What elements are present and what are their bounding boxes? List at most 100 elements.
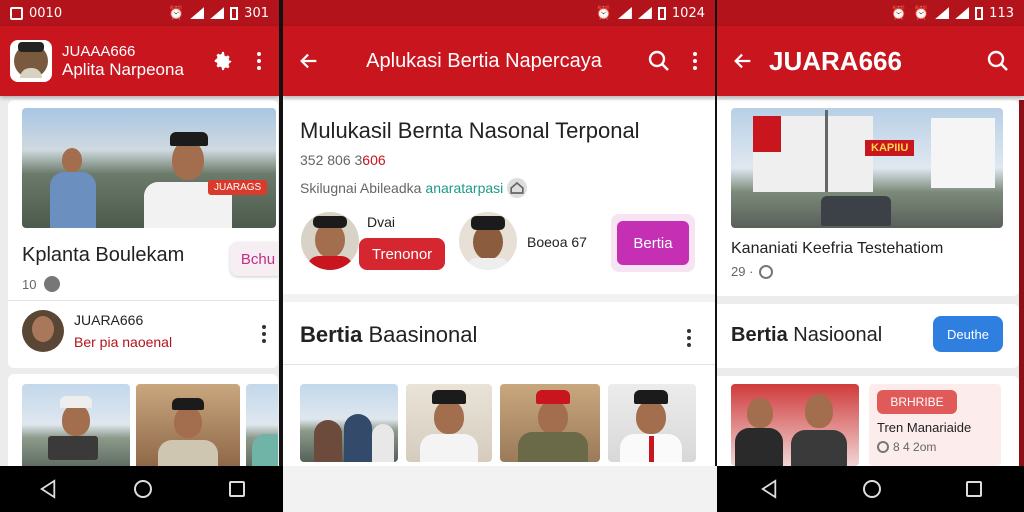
alarm-icon: ⏰ [912,5,930,21]
hero-banner: KAPIIU [865,140,915,156]
author-tag: Ber pia naoenal [74,334,173,350]
signal-icon [637,7,652,19]
feature-action-button[interactable]: Bertia [611,214,695,272]
back-arrow-icon[interactable] [293,45,325,77]
section-title: Bertia Baasinonal [300,322,477,348]
alarm-icon: ⏰ [890,5,907,21]
status-battery-text: 1024 [671,5,705,21]
author-name[interactable]: JUARA666 [74,312,143,328]
nav-home-icon[interactable] [862,480,881,498]
screen-left: 0010 ⏰ 301 JUAAA666 Aplita Narpeona JUAR… [0,0,279,466]
hero-meta: 29 · [731,264,754,279]
author-more-icon[interactable] [254,318,274,350]
feature-avatar-2[interactable] [459,212,517,270]
wifi-icon [617,7,632,19]
feature-title[interactable]: Mulukasil Bernta Nasonal Terponal [300,118,640,144]
nav-back-icon[interactable] [760,479,778,499]
globe-icon [44,276,61,292]
search-icon[interactable] [643,45,675,77]
nav-gap [283,466,717,512]
section-title-rest: Nasioonal [787,324,883,346]
battery-icon [657,6,666,20]
home-icon[interactable] [507,178,528,198]
feature-action-inner: Bertia [617,221,689,265]
notification-icon [10,6,23,20]
section-title: Bertia Nasioonal [731,324,882,347]
app-bar: JUAAA666 Aplita Narpeona [0,26,279,96]
status-bar: 0010 ⏰ 301 [0,0,279,26]
nav-back-icon[interactable] [39,479,57,499]
hero-photo[interactable]: KAPIIU [731,108,1003,228]
screen-right: ⏰ ⏰ 113 JUARA666 KAPIIU Kananiati Keefri… [717,0,1024,466]
wifi-icon [190,7,205,19]
app-bar: JUARA666 [717,26,1024,96]
back-arrow-icon[interactable] [727,45,759,77]
signal-icon [210,7,225,19]
app-logo[interactable] [10,40,52,82]
status-time: 0010 [29,5,63,21]
nav-recents-icon[interactable] [228,481,245,497]
status-bar: ⏰ ⏰ 113 [717,0,1024,26]
section-thumb-3[interactable] [500,384,600,462]
status-bar: ⏰ 1024 [283,0,715,26]
signal-icon [955,7,970,19]
hero-photo-badge: JUARAGS [208,180,268,195]
section-more-icon[interactable] [679,322,699,354]
status-battery-text: 113 [989,5,1014,21]
section-title-bold: Bertia [731,324,788,346]
hero-title[interactable]: Kananiati Keefria Testehatiom [731,240,943,258]
alarm-icon: ⏰ [167,5,185,21]
clock-icon [877,441,889,453]
section-thumb-1[interactable] [300,384,398,462]
feature-avatar-1[interactable] [301,212,359,270]
news-card-hero[interactable]: JUARAGS Kplanta Boulekam Bchu 10 JUARA66… [8,100,278,368]
thumb-photo-2[interactable] [136,384,240,466]
screen-center: ⏰ 1024 Aplukasi Bertia Napercaya Mulukas… [283,0,715,466]
battery-icon [230,6,239,20]
gear-icon[interactable] [207,45,239,77]
alarm-icon: ⏰ [595,5,612,21]
author-avatar[interactable] [22,310,64,352]
promo-badge: BRHRIBE [877,390,957,414]
section-thumb-4[interactable] [608,384,696,462]
hero-action-button[interactable]: Bchu [230,242,278,276]
feature-avatar-1-button[interactable]: Trenonor [359,238,445,270]
promo-meta: 8 4 2om [893,440,937,454]
hero-photo[interactable]: JUARAGS [22,108,276,228]
nav-recents-icon[interactable] [965,481,982,497]
app-subtitle: Aplita Narpeona [62,59,184,79]
section-thumb-2[interactable] [406,384,492,462]
section-title-rest: Baasinonal [362,322,478,347]
more-vert-icon[interactable] [685,45,705,77]
feature-desc-highlight: anaratarpasi [425,180,504,196]
thumb-photo-1[interactable] [22,384,130,466]
feature-avatar-1-name: Dvai [367,214,396,230]
news-section: Bertia Baasinonal [283,302,715,466]
news-card-hero[interactable]: KAPIIU Kananiati Keefria Testehatiom 29 … [717,100,1019,296]
feature-code-highlight: 606 [362,152,386,168]
feature-avatar-2-count: Boeoa 67 [527,234,587,250]
promo-photo[interactable] [731,384,859,466]
app-title: JUARA666 [769,45,902,76]
search-icon[interactable] [982,45,1014,77]
promo-title: Tren Manariaide [877,420,972,435]
system-nav-bar [0,466,1024,512]
battery-icon [975,6,984,20]
edge-strip [1019,100,1024,466]
app-brand: JUAAA666 [62,42,136,60]
globe-icon [759,264,774,279]
feature-code: 352 806 3 [300,152,363,168]
more-vert-icon[interactable] [249,45,269,77]
promo-panel[interactable]: BRHRIBE Tren Manariaide 8 4 2om [869,384,1001,466]
news-section: Bertia Nasioonal Deuthe [717,304,1019,368]
section-title-bold: Bertia [300,322,363,347]
feature-card[interactable]: Mulukasil Bernta Nasonal Terponal 352 80… [283,100,715,294]
wifi-icon [935,7,950,19]
thumb-photo-3[interactable] [246,384,278,466]
section-action-button[interactable]: Deuthe [933,316,1003,352]
nav-home-icon[interactable] [133,480,152,498]
hero-meta: 10 [22,276,37,292]
hero-title[interactable]: Kplanta Boulekam [22,244,184,267]
app-title: Aplukasi Bertia Napercaya [366,49,602,72]
promo-card[interactable]: BRHRIBE Tren Manariaide 8 4 2om [717,376,1019,466]
